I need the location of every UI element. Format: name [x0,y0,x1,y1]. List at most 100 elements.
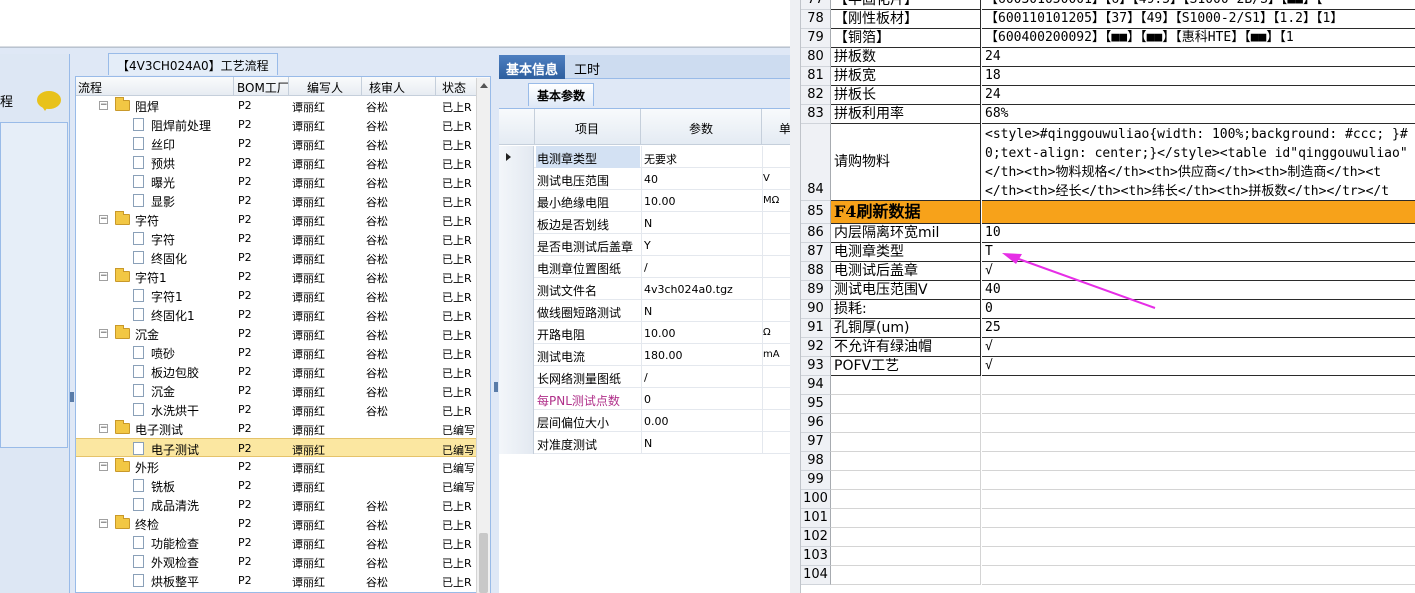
cell-value[interactable]: 【600400200092】【■■】【■■】【惠科HTE】【■■】【1 [982,29,1415,48]
tab-basic-parameters[interactable]: 基本参数 [528,83,595,106]
parameter-row[interactable]: 每PNL测试点数 0 [499,388,790,410]
parameter-value[interactable]: N [641,300,761,322]
cell-value[interactable]: 【600110101205】【37】【49】【S1000-2/S1】【1.2】【… [982,10,1415,29]
row-header[interactable] [499,388,534,410]
cell-label[interactable] [831,528,981,547]
parameter-value[interactable]: 10.00 [641,322,761,344]
cell-label[interactable] [831,566,981,585]
parameter-row[interactable]: 测试电流 180.00 mA [499,344,790,366]
collapse-toggle-icon[interactable]: − [99,462,108,471]
collapse-toggle-icon[interactable]: − [99,272,108,281]
tree-step-row[interactable]: 功能检查 P2 谭丽红 谷松 已上R [76,533,478,552]
cell-value[interactable]: 0 [982,300,1415,319]
cell-label[interactable]: 孔铜厚(um) [831,319,981,338]
tree-step-row[interactable]: 终固化 P2 谭丽红 谷松 已上R [76,248,478,267]
row-number[interactable]: 92 [801,338,831,357]
parameter-row[interactable]: 是否电测试后盖章 Y [499,234,790,256]
parameter-row[interactable]: 层间偏位大小 0.00 [499,410,790,432]
row-header[interactable] [499,146,534,168]
row-number[interactable]: 83 [801,105,831,124]
column-header-item[interactable]: 项目 [575,120,599,137]
cell-label[interactable] [831,509,981,528]
row-number[interactable]: 78 [801,10,831,29]
parameter-row[interactable]: 测试文件名 4v3ch024a0.tgz [499,278,790,300]
cell-value[interactable] [982,376,1415,395]
cell-label[interactable]: 【半固化片】 [831,0,981,10]
cell-value[interactable] [982,471,1415,490]
parameter-value[interactable]: 无要求 [641,146,761,168]
parameter-row[interactable]: 电测章位置图纸 / [499,256,790,278]
parameter-row[interactable]: 电测章类型 无要求 [499,146,790,168]
tree-step-row[interactable]: 终固化1 P2 谭丽红 谷松 已上R [76,305,478,324]
cell-value[interactable]: 【600301050001】【6】【49.5】【S1000-2B/S】【■■】【 [982,0,1415,10]
row-number[interactable]: 80 [801,48,831,67]
cell-value[interactable] [982,490,1415,509]
cell-label[interactable] [831,471,981,490]
tree-step-row[interactable]: 外观检查 P2 谭丽红 谷松 已上R [76,552,478,571]
cell-label[interactable]: F4刷新数据 [831,201,981,224]
column-header-bom-factory[interactable]: BOM工厂 [237,79,289,96]
cell-label[interactable]: 拼板宽 [831,67,981,86]
row-number[interactable]: 94 [801,376,831,395]
parameter-row[interactable]: 对准度测试 N [499,432,790,454]
cell-label[interactable]: 不允许有绿油帽 [831,338,981,357]
collapse-toggle-icon[interactable]: − [99,519,108,528]
cell-label[interactable] [831,452,981,471]
tree-step-row[interactable]: 丝印 P2 谭丽红 谷松 已上R [76,134,478,153]
cell-value[interactable]: 24 [982,48,1415,67]
tree-folder-row[interactable]: − 字符1 P2 谭丽红 谷松 已上R [76,267,478,286]
tree-vertical-scrollbar[interactable] [476,78,490,593]
parameter-value[interactable]: 40 [641,168,761,190]
row-number[interactable]: 84 [801,124,831,201]
cell-value[interactable]: 10 [982,224,1415,243]
parameter-value[interactable]: 0 [641,388,761,410]
tree-step-row[interactable]: 预烘 P2 谭丽红 谷松 已上R [76,153,478,172]
cell-label[interactable]: 拼板数 [831,48,981,67]
parameter-row[interactable]: 长网络测量图纸 / [499,366,790,388]
tree-step-row[interactable]: 烘板整平 P2 谭丽红 谷松 已上R [76,571,478,590]
row-header[interactable] [499,366,534,388]
cell-label[interactable]: 内层隔离环宽mil [831,224,981,243]
cell-label[interactable]: 电测试后盖章 [831,262,981,281]
row-header[interactable] [499,432,534,454]
cell-value[interactable] [982,201,1415,224]
parameter-value[interactable]: 180.00 [641,344,761,366]
cell-label[interactable] [831,490,981,509]
cell-value[interactable] [982,452,1415,471]
parameter-row[interactable]: 板边是否划线 N [499,212,790,234]
parameter-value[interactable]: 10.00 [641,190,761,212]
row-number[interactable]: 88 [801,262,831,281]
row-number[interactable]: 98 [801,452,831,471]
column-header-reviewer[interactable]: 核审人 [369,79,405,96]
cell-label[interactable]: 损耗: [831,300,981,319]
cell-label[interactable]: 电测章类型 [831,243,981,262]
cell-value[interactable]: 18 [982,67,1415,86]
tree-step-row[interactable]: 显影 P2 谭丽红 谷松 已上R [76,191,478,210]
tree-step-row[interactable]: 字符 P2 谭丽红 谷松 已上R [76,229,478,248]
cell-label[interactable]: POFV工艺 [831,357,981,376]
row-number[interactable]: 82 [801,86,831,105]
row-number[interactable]: 99 [801,471,831,490]
tree-folder-row[interactable]: − 外形 P2 谭丽红 已编写 [76,457,478,476]
tree-step-row[interactable]: 水洗烘干 P2 谭丽红 谷松 已上R [76,400,478,419]
row-number[interactable]: 97 [801,433,831,452]
cell-value[interactable]: √ [982,338,1415,357]
tree-folder-row[interactable]: − 终检 P2 谭丽红 谷松 已上R [76,514,478,533]
tab-basic-info[interactable]: 基本信息 [499,55,566,79]
cell-value[interactable]: 24 [982,86,1415,105]
collapse-toggle-icon[interactable]: − [99,424,108,433]
cell-label[interactable] [831,414,981,433]
chat-bubble-icon[interactable] [37,91,61,111]
scroll-thumb[interactable] [479,533,488,593]
cell-value[interactable] [982,395,1415,414]
row-number[interactable]: 89 [801,281,831,300]
tree-folder-row[interactable]: − 电子测试 P2 谭丽红 已编写 [76,419,478,438]
cell-label[interactable] [831,376,981,395]
row-number[interactable]: 100 [801,490,831,509]
tree-step-row[interactable]: 字符1 P2 谭丽红 谷松 已上R [76,286,478,305]
tree-step-row[interactable]: 曝光 P2 谭丽红 谷松 已上R [76,172,478,191]
parameter-value[interactable]: 0.00 [641,410,761,432]
scroll-up-arrow-icon[interactable] [480,83,488,88]
row-number[interactable]: 96 [801,414,831,433]
parameter-value[interactable]: N [641,212,761,234]
